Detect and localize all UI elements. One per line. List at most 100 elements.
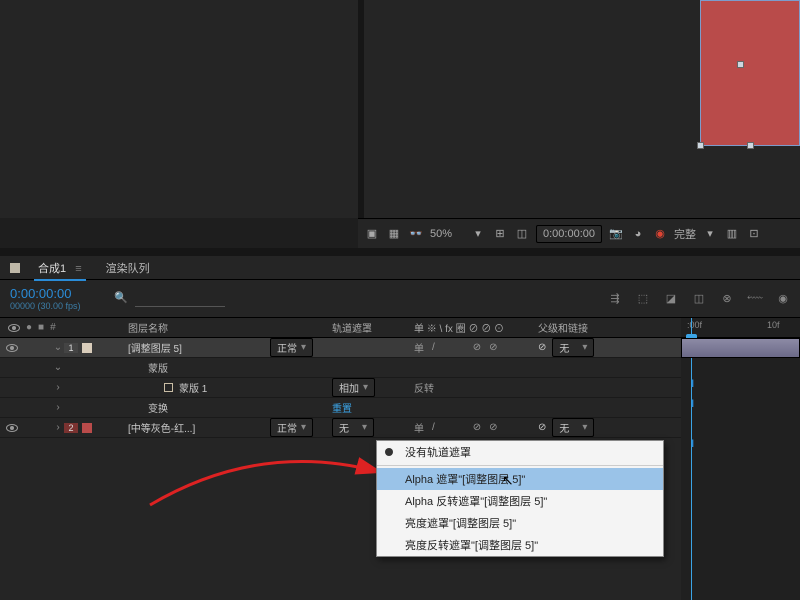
header-switches: 单 ※ \ fx 圈 ⊘ ⊘ ⊙	[414, 320, 538, 335]
menu-item-luma-inverted[interactable]: 亮度反转遮罩"[调整图层 5]"	[377, 534, 663, 556]
menu-separator	[377, 465, 663, 466]
blend-mode-dropdown[interactable]: 正常▾	[270, 338, 313, 357]
twirl-icon[interactable]: ›	[52, 422, 64, 433]
masks-group-row[interactable]: ⌄ 蒙版	[0, 358, 681, 378]
menu-label: Alpha 遮罩"[调整图层 5]"	[405, 471, 525, 487]
shy-icon[interactable]: ◪	[662, 290, 680, 308]
comp-color-icon	[10, 263, 20, 273]
layout-icon[interactable]: ⊞	[492, 227, 508, 241]
tab-label: 渲染队列	[106, 263, 150, 275]
preview-toolbar: ▣ ▦ 👓 50% ▾ ⊞ ◫ 0:00:00:00 📷 ◕ ◉ 完整 ▾ ▥ …	[358, 218, 800, 248]
menu-label: 亮度反转遮罩"[调整图层 5]"	[405, 537, 538, 553]
comp-flowchart-icon[interactable]: ⇶	[606, 290, 624, 308]
mask-color-icon[interactable]	[164, 383, 173, 392]
layer-name[interactable]: [调整图层 5]	[128, 344, 182, 355]
layer-color-swatch[interactable]	[82, 423, 92, 433]
twirl-icon[interactable]: ⌄	[52, 342, 64, 353]
draft3d-icon[interactable]: ⬚	[634, 290, 652, 308]
color-icon[interactable]: ◉	[652, 227, 668, 241]
screen-icon[interactable]: ▣	[364, 227, 380, 241]
timecode-main: 0:00:00:00	[10, 286, 108, 301]
resolution-dropdown[interactable]: 完整	[674, 226, 696, 242]
twirl-icon[interactable]: ›	[52, 382, 64, 393]
selected-dot-icon	[385, 448, 393, 456]
trkmat-dropdown[interactable]: 无▾	[332, 418, 374, 437]
keyframe-marker-icon[interactable]: I	[691, 438, 694, 450]
layer-search: 🔍	[114, 290, 225, 307]
tab-menu-icon[interactable]: ≡	[75, 263, 81, 275]
chevron-down-icon[interactable]: ▾	[470, 227, 486, 241]
vr-icon[interactable]: 👓	[408, 227, 424, 241]
blend-mode-dropdown[interactable]: 正常▾	[270, 418, 313, 437]
viewport-divider[interactable]	[358, 0, 364, 218]
menu-item-luma[interactable]: 亮度遮罩"[调整图层 5]"	[377, 512, 663, 534]
motion-blur-icon[interactable]: ⊗	[718, 290, 736, 308]
region-icon[interactable]: ⊡	[746, 227, 762, 241]
frame-blend-icon[interactable]: ◫	[690, 290, 708, 308]
menu-label: 亮度遮罩"[调整图层 5]"	[405, 515, 516, 531]
mask-name[interactable]: 蒙版 1	[179, 384, 207, 395]
trkmat-dropdown-menu: 没有轨道遮罩 Alpha 遮罩"[调整图层 5]" Alpha 反转遮罩"[调整…	[376, 440, 664, 557]
search-icon: 🔍	[114, 292, 128, 304]
layer-duration-bar[interactable]	[681, 338, 800, 358]
header-layer-name[interactable]: 图层名称	[128, 320, 270, 335]
header-parent[interactable]: 父级和链接	[538, 320, 681, 335]
graph-editor-icon[interactable]: ⬳	[746, 290, 764, 308]
view-icon[interactable]: ▥	[724, 227, 740, 241]
layer-row-2[interactable]: › 2 [中等灰色-红...] 正常▾ 无▾ 单/⊘⊘ ⊘无▾	[0, 418, 681, 438]
tab-composition[interactable]: 合成1 ≡	[26, 256, 94, 280]
search-input[interactable]	[135, 290, 225, 307]
masks-label: 蒙版	[128, 360, 270, 375]
menu-item-none[interactable]: 没有轨道遮罩	[377, 441, 663, 463]
playhead[interactable]	[691, 318, 692, 600]
keyframe-marker-icon[interactable]: I	[691, 378, 694, 390]
tab-render-queue[interactable]: 渲染队列	[94, 256, 162, 280]
menu-item-alpha-inverted[interactable]: Alpha 反转遮罩"[调整图层 5]"	[377, 490, 663, 512]
mask-1-row[interactable]: › 蒙版 1 相加▾ 反转	[0, 378, 681, 398]
eye-column-icon	[8, 324, 20, 332]
mask-mode-dropdown[interactable]: 相加▾	[332, 378, 375, 397]
ruler-tick: :00f	[687, 320, 702, 330]
edge-handle-bottom[interactable]	[747, 142, 754, 149]
twirl-icon[interactable]: ›	[52, 402, 64, 413]
corner-handle-bl[interactable]	[697, 142, 704, 149]
chevron-down-icon[interactable]: ▾	[702, 227, 718, 241]
layer-index: 2	[64, 423, 78, 433]
preview-timecode[interactable]: 0:00:00:00	[536, 225, 602, 243]
preview-layer-rect[interactable]	[700, 0, 800, 146]
grid-icon[interactable]: ▦	[386, 227, 402, 241]
keyframe-marker-icon[interactable]: I	[691, 398, 694, 410]
brainstorm-icon[interactable]: ◉	[774, 290, 792, 308]
column-headers: ●■# 图层名称 轨道遮罩 单 ※ \ fx 圈 ⊘ ⊘ ⊙ 父级和链接	[0, 318, 681, 338]
parent-dropdown[interactable]: 无▾	[552, 338, 594, 357]
current-time[interactable]: 0:00:00:00 00000 (30.00 fps)	[0, 286, 108, 311]
layer-index: 1	[64, 343, 78, 353]
visibility-eye-icon[interactable]	[6, 344, 18, 352]
twirl-icon[interactable]: ⌄	[52, 362, 64, 373]
parent-dropdown[interactable]: 无▾	[552, 418, 594, 437]
menu-item-alpha[interactable]: Alpha 遮罩"[调整图层 5]"	[377, 468, 663, 490]
layer-row-1[interactable]: ⌄ 1 [调整图层 5] 正常▾ 单/⊘⊘ ⊘无▾	[0, 338, 681, 358]
camera-icon[interactable]: 📷	[608, 227, 624, 241]
timeline-tool-icons: ⇶ ⬚ ◪ ◫ ⊗ ⬳ ◉	[606, 290, 800, 308]
header-trkmat[interactable]: 轨道遮罩	[332, 320, 414, 335]
ruler-tick: 10f	[767, 320, 780, 330]
time-ruler[interactable]: :00f 10f	[681, 318, 800, 338]
anchor-handle[interactable]	[737, 61, 744, 68]
menu-label: 没有轨道遮罩	[405, 444, 471, 460]
visibility-eye-icon[interactable]	[6, 424, 18, 432]
mask-icon[interactable]: ◫	[514, 227, 530, 241]
layer-color-swatch[interactable]	[82, 343, 92, 353]
mask-inverted-label[interactable]: 反转	[414, 380, 434, 395]
timeline-tracks[interactable]: :00f 10f I I I	[681, 318, 800, 600]
timeline-header: 0:00:00:00 00000 (30.00 fps) 🔍 ⇶ ⬚ ◪ ◫ ⊗…	[0, 280, 800, 318]
transform-label: 变换	[128, 400, 270, 415]
composition-viewport[interactable]	[0, 0, 800, 218]
zoom-level[interactable]: 50%	[430, 228, 464, 240]
menu-label: Alpha 反转遮罩"[调整图层 5]"	[405, 493, 547, 509]
layer-name[interactable]: [中等灰色-红...]	[128, 424, 195, 435]
transparent-icon[interactable]: ◕	[630, 227, 646, 241]
reset-link[interactable]: 重置	[332, 400, 352, 415]
transform-group-row[interactable]: › 变换 重置	[0, 398, 681, 418]
panel-tabs: 合成1 ≡ 渲染队列	[0, 256, 800, 280]
